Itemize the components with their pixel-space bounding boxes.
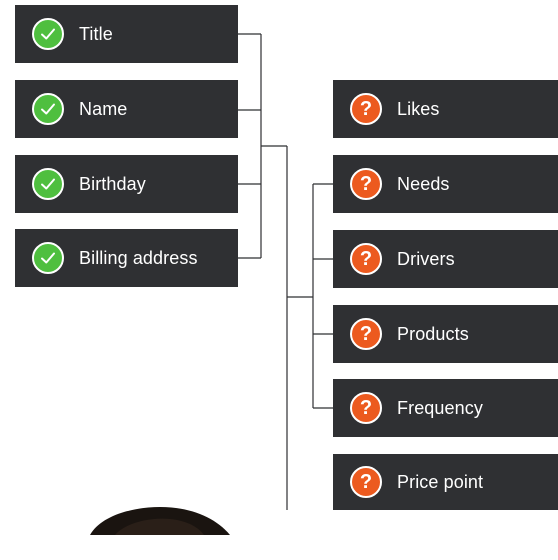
check-icon — [32, 168, 64, 200]
unknown-field-drivers: ? Drivers — [333, 230, 558, 288]
known-field-billing-address: Billing address — [15, 229, 238, 287]
unknown-field-label: Likes — [397, 98, 440, 119]
unknown-field-label: Frequency — [397, 397, 483, 418]
known-field-name: Name — [15, 80, 238, 138]
unknown-field-label: Drivers — [397, 248, 455, 269]
unknown-field-products: ? Products — [333, 305, 558, 363]
known-field-label: Name — [79, 98, 128, 119]
question-icon: ? — [350, 93, 382, 125]
question-icon: ? — [350, 168, 382, 200]
unknown-field-price-point: ? Price point — [333, 454, 558, 510]
unknown-field-label: Needs — [397, 173, 450, 194]
known-field-label: Billing address — [79, 247, 198, 268]
question-icon: ? — [350, 243, 382, 275]
unknown-field-frequency: ? Frequency — [333, 379, 558, 437]
unknown-field-label: Price point — [397, 471, 484, 492]
unknown-field-likes: ? Likes — [333, 80, 558, 138]
question-icon: ? — [350, 392, 382, 424]
question-icon: ? — [350, 318, 382, 350]
person-photo — [90, 507, 230, 535]
question-icon: ? — [350, 466, 382, 498]
unknown-field-label: Products — [397, 323, 469, 344]
check-icon — [32, 18, 64, 50]
known-field-label: Birthday — [79, 173, 146, 194]
known-field-birthday: Birthday — [15, 155, 238, 213]
check-icon — [32, 93, 64, 125]
unknown-field-needs: ? Needs — [333, 155, 558, 213]
known-field-label: Title — [79, 23, 113, 44]
known-field-title: Title — [15, 5, 238, 63]
check-icon — [32, 242, 64, 274]
